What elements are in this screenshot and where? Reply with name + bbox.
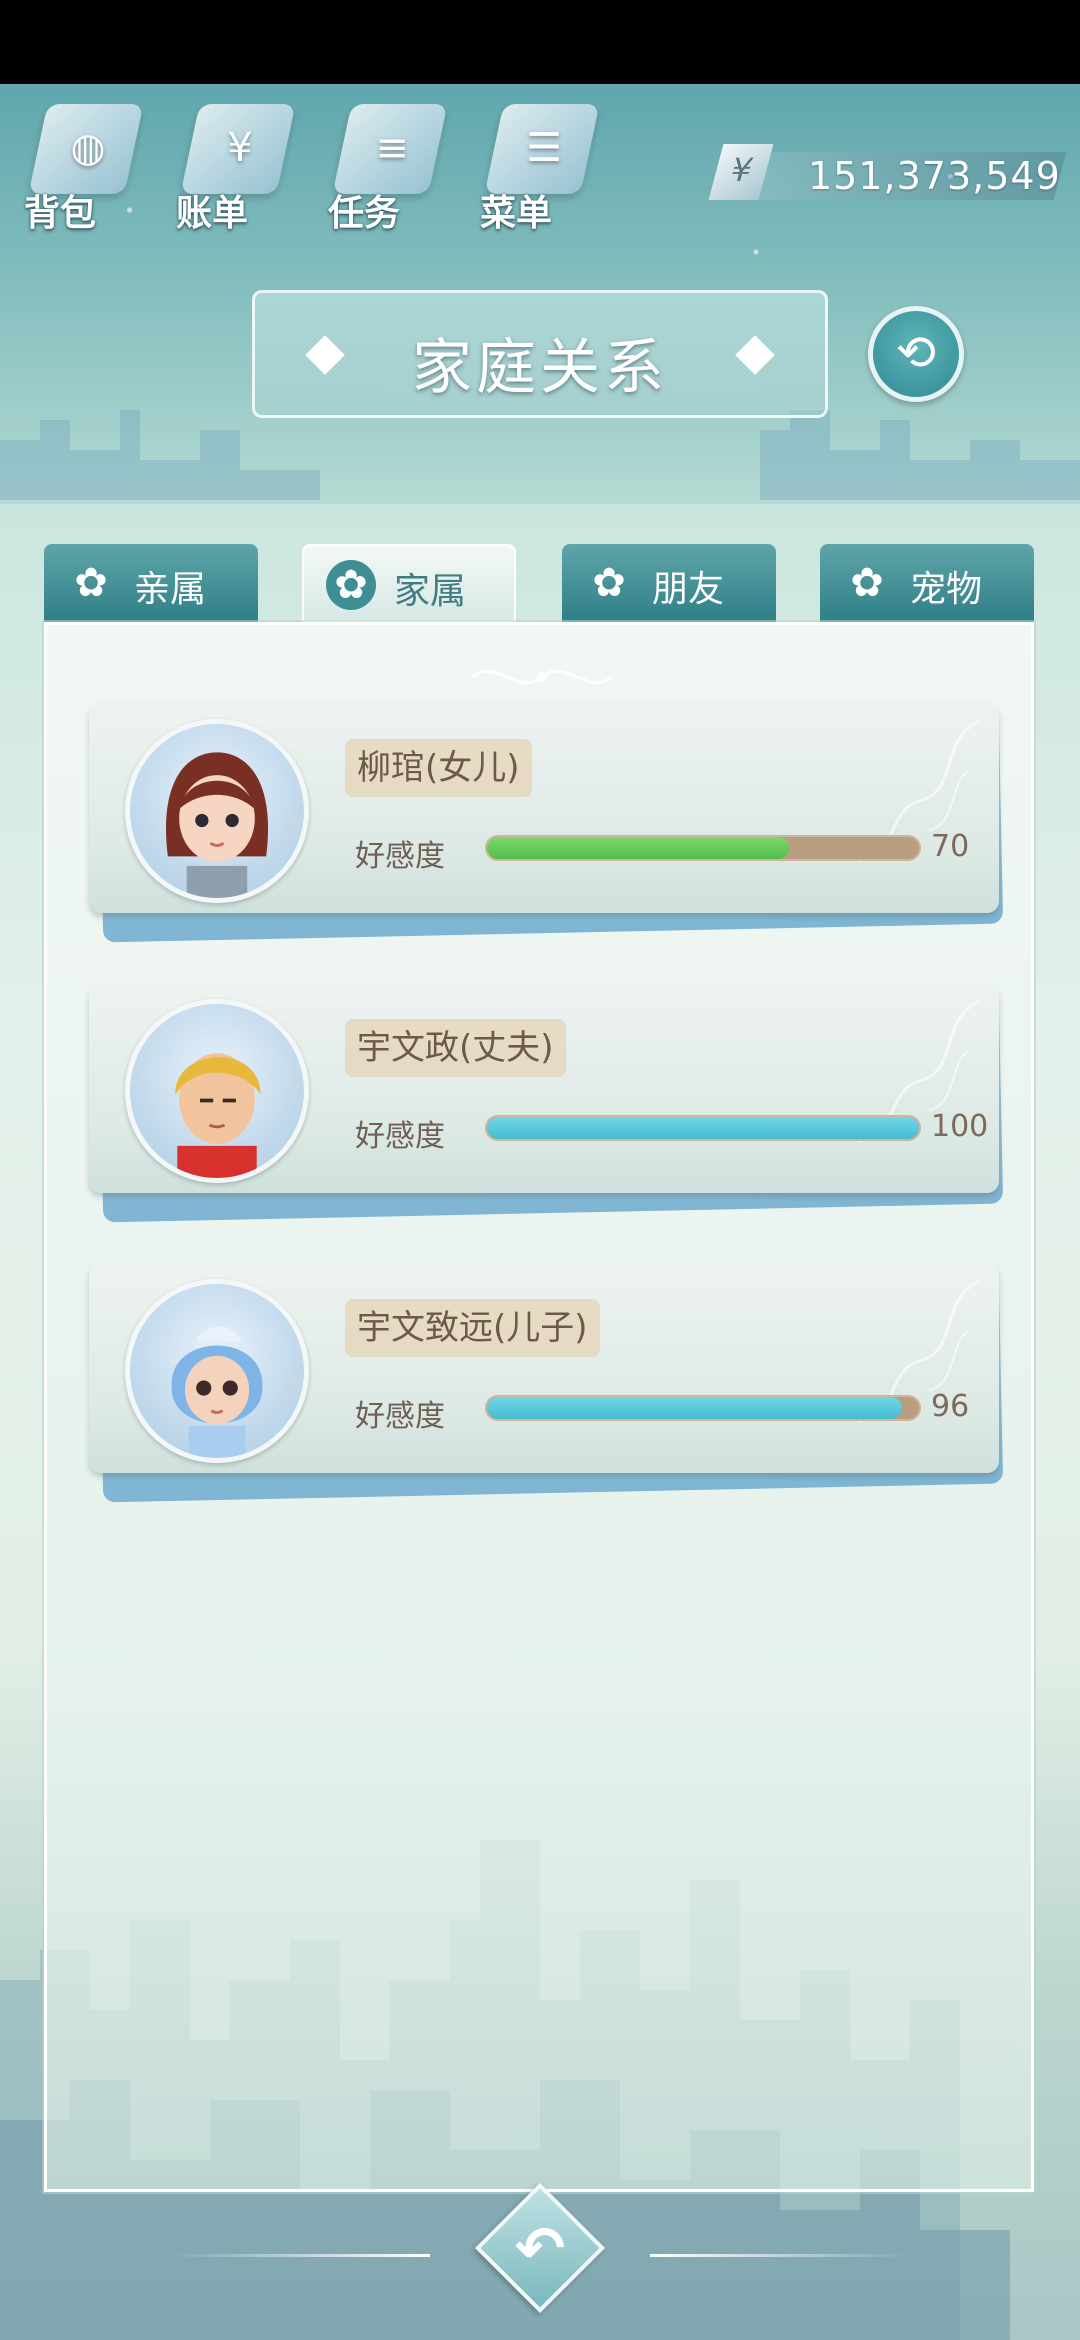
top-nav: ◍ 背包 ¥ 账单 ≡ 任务 ☰ 菜单 bbox=[24, 96, 600, 236]
bill-glyph: ¥ bbox=[227, 125, 253, 171]
favor-bar bbox=[485, 1115, 921, 1141]
back-button[interactable]: ↶ bbox=[474, 2182, 606, 2314]
task-glyph: ≡ bbox=[375, 125, 409, 171]
nav-label: 菜单 bbox=[480, 193, 553, 234]
favor-bar-fill bbox=[487, 837, 790, 859]
nav-task-button[interactable]: ≡ 任务 bbox=[328, 96, 448, 236]
avatar bbox=[125, 719, 309, 903]
avatar bbox=[125, 1279, 309, 1463]
nav-label: 任务 bbox=[328, 193, 401, 234]
back-arrow-icon: ↶ bbox=[514, 2214, 566, 2284]
tab-friends[interactable]: ✿ 朋友 bbox=[562, 544, 776, 622]
flower-icon: ✿ bbox=[850, 560, 884, 606]
floral-ornament bbox=[858, 999, 980, 1143]
tab-pets[interactable]: ✿ 宠物 bbox=[820, 544, 1034, 622]
favor-label: 好感度 bbox=[355, 839, 445, 874]
favor-bar-fill bbox=[487, 1117, 919, 1139]
share-button[interactable]: ⟲ bbox=[868, 306, 964, 402]
flower-icon: ✿ bbox=[74, 560, 108, 606]
relationship-tabs: ✿ 亲属 ✿ 家属 ✿ 朋友 ✿ 宠物 bbox=[44, 544, 1034, 622]
money-display: ¥ 151,373,549 bbox=[690, 144, 1067, 202]
favor-value: 70 bbox=[931, 829, 970, 864]
favor-bar-fill bbox=[487, 1397, 902, 1419]
tab-label: 家属 bbox=[394, 571, 467, 612]
nav-label: 账单 bbox=[176, 193, 249, 234]
bag-glyph: ◍ bbox=[70, 125, 106, 171]
nav-bag-button[interactable]: ◍ 背包 bbox=[24, 96, 144, 236]
decor-line-right bbox=[650, 2254, 910, 2257]
floral-ornament bbox=[858, 719, 980, 863]
favor-bar bbox=[485, 835, 921, 861]
nav-label: 背包 bbox=[24, 193, 97, 234]
member-card[interactable]: 柳琯(女儿) 好感度 70 bbox=[89, 703, 1004, 943]
favor-label: 好感度 bbox=[355, 1119, 445, 1154]
tab-label: 朋友 bbox=[652, 569, 725, 610]
avatar bbox=[125, 999, 309, 1183]
favor-value: 100 bbox=[931, 1109, 989, 1144]
title-plate: 家庭关系 bbox=[252, 290, 828, 418]
favor-bar bbox=[485, 1395, 921, 1421]
family-list-panel: 柳琯(女儿) 好感度 70 宇文政(丈夫) 好感度 100 宇文致远(儿子) 好… bbox=[44, 622, 1034, 2192]
share-icon: ⟲ bbox=[895, 325, 937, 381]
nav-bill-button[interactable]: ¥ 账单 bbox=[176, 96, 296, 236]
menu-glyph: ☰ bbox=[526, 125, 562, 171]
nav-menu-button[interactable]: ☰ 菜单 bbox=[480, 96, 600, 236]
member-name: 宇文致远(儿子) bbox=[345, 1299, 600, 1357]
favor-value: 96 bbox=[931, 1389, 970, 1424]
tab-family[interactable]: ✿ 家属 bbox=[302, 544, 516, 622]
panel-ornament bbox=[471, 669, 613, 685]
flower-icon: ✿ bbox=[592, 560, 626, 606]
member-card[interactable]: 宇文政(丈夫) 好感度 100 bbox=[89, 983, 1004, 1223]
status-bar bbox=[0, 0, 1080, 84]
tab-label: 亲属 bbox=[134, 569, 207, 610]
member-name: 柳琯(女儿) bbox=[345, 739, 532, 797]
favor-label: 好感度 bbox=[355, 1399, 445, 1434]
floral-ornament bbox=[858, 1279, 980, 1423]
member-card[interactable]: 宇文致远(儿子) 好感度 96 bbox=[89, 1263, 1004, 1503]
member-name: 宇文政(丈夫) bbox=[345, 1019, 566, 1077]
tab-label: 宠物 bbox=[910, 569, 983, 610]
decor-line-left bbox=[170, 2254, 430, 2257]
tab-relatives[interactable]: ✿ 亲属 bbox=[44, 544, 258, 622]
page-title: 家庭关系 bbox=[412, 333, 668, 403]
flower-icon: ✿ bbox=[334, 562, 368, 608]
money-value: 151,373,549 bbox=[808, 154, 1061, 198]
